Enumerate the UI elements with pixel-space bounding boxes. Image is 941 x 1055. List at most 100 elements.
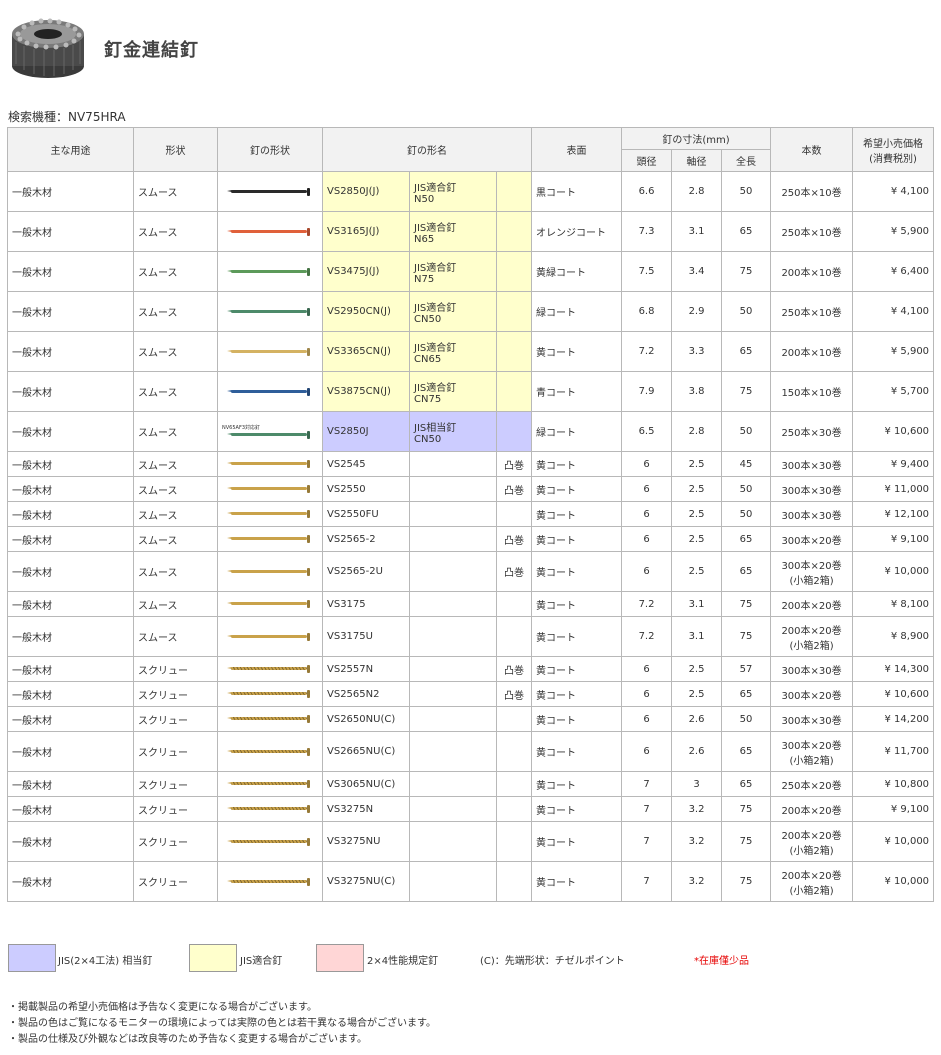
cell-nail-shape [217, 861, 323, 902]
cell-price: ¥ 10,000 [852, 551, 935, 592]
cell-head-dia: 6 [621, 706, 673, 732]
nail-shaft [231, 667, 307, 670]
cell-code: VS2850J [322, 411, 410, 452]
standard-line1: JIS適合釘 [414, 182, 457, 194]
nail-shaft [231, 229, 307, 233]
cell-nail-shape [217, 591, 323, 617]
cell-standard [409, 771, 497, 797]
cell-code: VS2650NU(C) [322, 706, 410, 732]
cell-nail-shape [217, 501, 323, 527]
cell-surface: 黄コート [531, 796, 623, 822]
cell-length: 50 [721, 501, 772, 527]
cell-price: ¥ 11,700 [852, 731, 935, 772]
qty-line1: 250本×30巻 [781, 428, 842, 439]
standard-line2: N75 [414, 273, 435, 285]
cell-shape: スムース [133, 291, 218, 332]
cell-standard [409, 796, 497, 822]
cell-standard [409, 476, 497, 502]
nail-shaft [231, 807, 307, 810]
table-row: 一般木材 スムース VS2565-2U 凸巻 黄コート 6 2.5 65 300本×20巻 (小箱… [7, 551, 935, 592]
nail-icon [227, 837, 313, 846]
table-row: 一般木材 スムース VS2550 凸巻 黄コート 6 2.5 50 300本×30巻 ¥ 11,0… [7, 476, 935, 502]
nail-head [307, 460, 310, 468]
header-use: 主な用途 [7, 127, 134, 172]
cell-surface: 黄コート [531, 476, 623, 502]
cell-head-dia: 7 [621, 771, 673, 797]
cell-length: 65 [721, 211, 772, 252]
cell-code: VS2550FU [322, 501, 410, 527]
nail-icon [227, 747, 313, 756]
cell-code: VS2545 [322, 451, 410, 477]
cell-coil [495, 591, 533, 617]
nail-icon [227, 187, 313, 196]
nail-head [307, 267, 310, 276]
cell-use: 一般木材 [7, 706, 134, 732]
nail-icon [227, 430, 313, 439]
cell-price: ¥ 4,100 [852, 171, 935, 212]
nail-head [307, 665, 310, 673]
cell-head-dia: 7 [621, 861, 673, 902]
cell-qty: 200本×20巻 (小箱2箱) [770, 861, 854, 902]
cell-qty: 300本×20巻 (小箱2箱) [770, 551, 854, 592]
nail-shaft [231, 189, 307, 193]
cell-coil [495, 371, 533, 412]
cell-qty: 200本×20巻 (小箱2箱) [770, 616, 854, 657]
cell-coil [495, 861, 533, 902]
cell-code: VS2557N [322, 656, 410, 682]
nail-head [307, 877, 310, 886]
cell-code: VS3275NU(C) [322, 861, 410, 902]
cell-head-dia: 6 [621, 551, 673, 592]
qty-line1: 300本×30巻 [781, 715, 842, 727]
cell-standard [409, 861, 497, 902]
cell-use: 一般木材 [7, 291, 134, 332]
cell-length: 50 [721, 476, 772, 502]
cell-price: ¥ 8,100 [852, 591, 935, 617]
legend-tip-note: (C)：先端形状：チゼルポイント [480, 956, 625, 967]
nail-icon [227, 267, 313, 276]
cell-use: 一般木材 [7, 771, 134, 797]
cell-price: ¥ 10,600 [852, 681, 935, 707]
cell-coil [495, 211, 533, 252]
nail-shaft [231, 692, 307, 695]
table-row: 一般木材 スクリュー VS2565N2 凸巻 黄コート 6 2.5 65 300本×20巻 ¥ 1… [7, 681, 935, 707]
cell-shaft-dia: 2.5 [671, 551, 723, 592]
cell-nail-shape [217, 796, 323, 822]
cell-standard [409, 451, 497, 477]
nail-head [307, 715, 310, 723]
cell-coil: 凸巻 [495, 681, 533, 707]
cell-standard [409, 501, 497, 527]
cell-price: ¥ 10,600 [852, 411, 935, 452]
cell-coil [495, 331, 533, 372]
cell-surface: 黄緑コート [531, 251, 623, 292]
cell-price: ¥ 5,900 [852, 331, 935, 372]
cell-head-dia: 6 [621, 656, 673, 682]
cell-qty: 300本×30巻 [770, 706, 854, 732]
cell-shaft-dia: 2.5 [671, 476, 723, 502]
standard-line1: JIS適合釘 [414, 222, 457, 234]
nail-shaft [231, 569, 307, 573]
standard-line2: CN50 [414, 433, 442, 445]
cell-use: 一般木材 [7, 251, 134, 292]
qty-line1: 250本×20巻 [781, 780, 842, 792]
cell-nail-shape [217, 771, 323, 797]
cell-qty: 300本×20巻 [770, 526, 854, 552]
nail-shaft [231, 487, 307, 490]
cell-length: 75 [721, 616, 772, 657]
table-row: 一般木材 スムース VS3175U 黄コート 7.2 3.1 75 200本×20巻 (小箱2箱… [7, 616, 935, 657]
cell-price: ¥ 8,900 [852, 616, 935, 657]
note-line: ・製品の色はご覧になるモニターの環境によっては実際の色とは若干異なる場合がござい… [8, 1018, 436, 1029]
qty-line2: (小箱2箱) [789, 640, 834, 652]
qty-line1: 200本×20巻 [781, 600, 842, 612]
nail-shaft [231, 309, 307, 313]
header-nail-shape: 釘の形状 [217, 127, 323, 172]
cell-qty: 150本×10巻 [770, 371, 854, 412]
cell-use: 一般木材 [7, 616, 134, 657]
cell-code: VS3165J(J) [322, 211, 410, 252]
cell-shaft-dia: 2.9 [671, 291, 723, 332]
nail-head [307, 780, 310, 788]
cell-nail-shape [217, 371, 323, 412]
cell-use: 一般木材 [7, 861, 134, 902]
cell-surface: 黄コート [531, 526, 623, 552]
nail-icon [227, 307, 313, 316]
cell-surface: 黄コート [531, 771, 623, 797]
